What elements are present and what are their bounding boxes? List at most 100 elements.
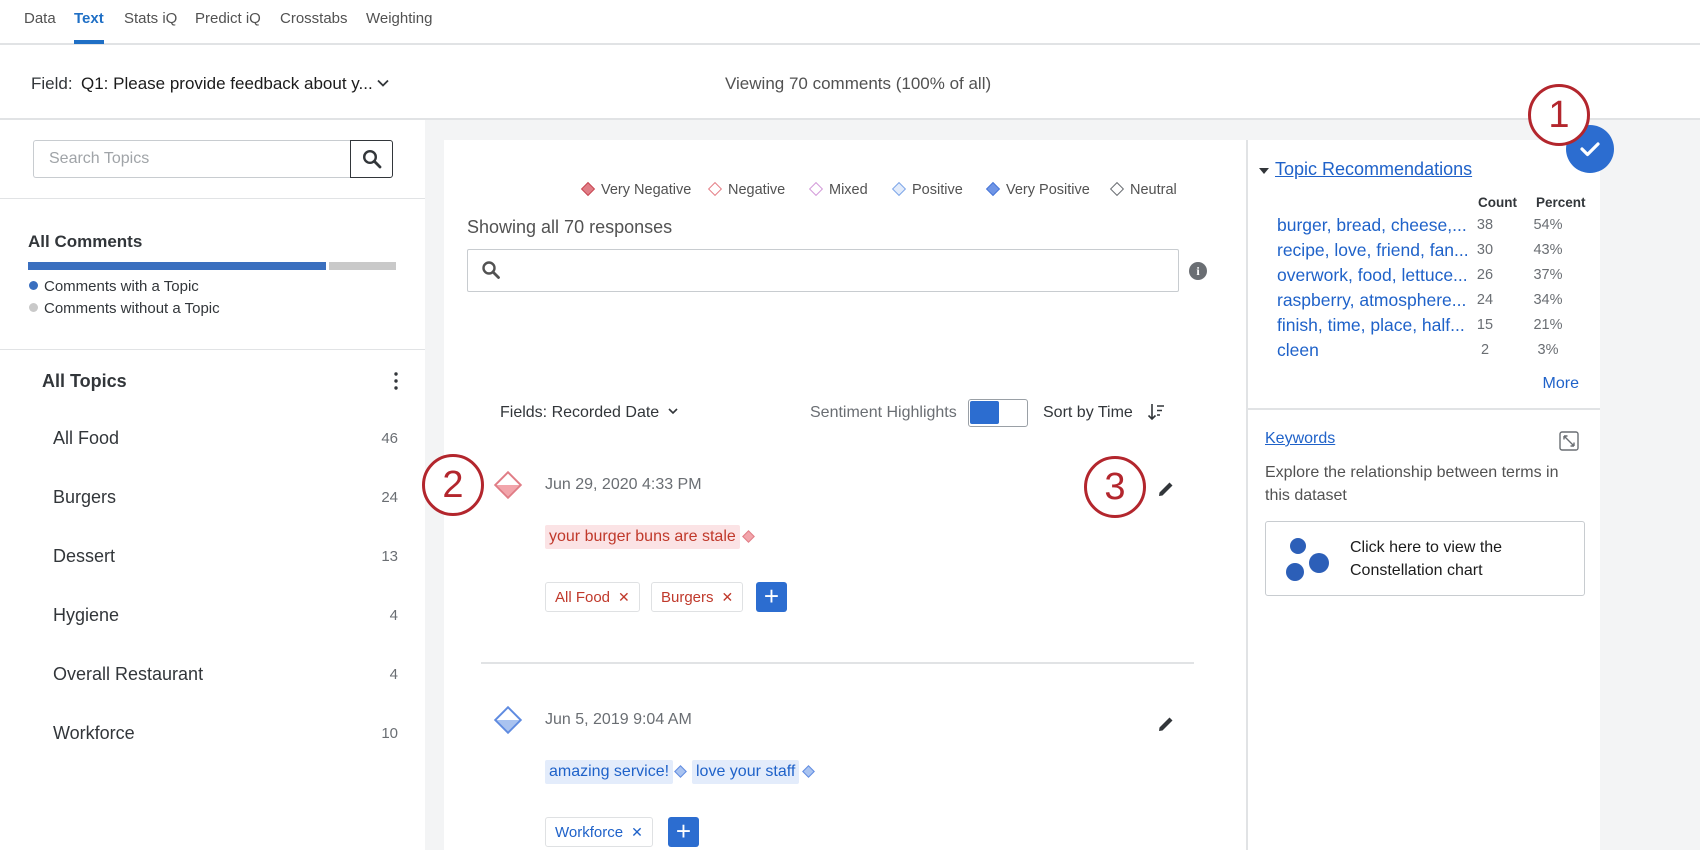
topic-name: Dessert xyxy=(53,546,116,566)
recommendation-topic[interactable]: recipe, love, friend, fan... xyxy=(1277,240,1469,261)
positive-sentiment-icon[interactable] xyxy=(493,705,523,735)
more-link[interactable]: More xyxy=(1543,375,1579,393)
search-icon xyxy=(362,149,381,169)
legend-negative: Negative xyxy=(707,181,785,198)
legend-label: Very Negative xyxy=(601,182,692,198)
topic-item-burgers[interactable]: Burgers 24 xyxy=(0,475,425,519)
recommendation-topic[interactable]: burger, bread, cheese,... xyxy=(1277,215,1469,236)
topic-tag-all-food[interactable]: All Food ✕ xyxy=(545,582,640,612)
topic-count: 4 xyxy=(389,607,398,624)
recommendation-percent: 37% xyxy=(1533,267,1563,283)
tab-stats-iq[interactable]: Stats iQ xyxy=(124,10,177,27)
recommendations-panel: Topic Recommendations Count Percent burg… xyxy=(1246,140,1600,850)
negative-sentiment-icon[interactable] xyxy=(493,470,523,500)
caret-down-icon[interactable] xyxy=(1258,166,1270,176)
keywords-link[interactable]: Keywords xyxy=(1265,430,1335,448)
recommendation-topic[interactable]: overwork, food, lettuce... xyxy=(1277,265,1469,286)
tab-predict-iq[interactable]: Predict iQ xyxy=(195,10,261,27)
recommendation-percent: 54% xyxy=(1533,217,1563,233)
sort-descending-icon[interactable] xyxy=(1147,402,1165,422)
topic-item-overall-restaurant[interactable]: Overall Restaurant 4 xyxy=(0,652,425,696)
recommendation-topic[interactable]: cleen xyxy=(1277,340,1469,361)
fields-dropdown[interactable]: Fields: Recorded Date xyxy=(500,404,679,422)
topic-item-all-food[interactable]: All Food 46 xyxy=(0,416,425,460)
close-icon[interactable]: ✕ xyxy=(618,589,630,605)
recommendation-topic[interactable]: raspberry, atmosphere... xyxy=(1277,290,1469,311)
field-dropdown[interactable]: Q1: Please provide feedback about y... xyxy=(81,74,373,94)
negative-diamond-icon xyxy=(742,530,755,543)
topic-name: All Food xyxy=(53,428,120,448)
tag-label: Burgers xyxy=(661,589,714,606)
legend-with-topic: Comments with a Topic xyxy=(29,278,199,295)
response-search-input[interactable] xyxy=(467,249,1179,292)
highlighted-text-negative[interactable]: your burger buns are stale xyxy=(545,525,740,549)
topic-item-hygiene[interactable]: Hygiene 4 xyxy=(0,593,425,637)
recommendation-topic[interactable]: finish, time, place, half... xyxy=(1277,315,1469,336)
legend-neutral: Neutral xyxy=(1109,181,1177,198)
recommendation-count: 30 xyxy=(1476,242,1494,258)
chevron-down-icon[interactable] xyxy=(375,75,391,91)
recommendation-percent: 43% xyxy=(1533,242,1563,258)
recommendation-count: 15 xyxy=(1476,317,1494,333)
recommendation-count: 2 xyxy=(1480,342,1490,358)
topic-item-workforce[interactable]: Workforce 10 xyxy=(0,711,425,755)
tab-data[interactable]: Data xyxy=(24,10,56,27)
more-options-icon[interactable] xyxy=(388,370,404,392)
topic-name: Overall Restaurant xyxy=(53,664,204,684)
add-topic-button[interactable]: + xyxy=(668,817,699,847)
divider xyxy=(0,198,425,199)
legend-without-topic: Comments without a Topic xyxy=(29,300,220,317)
recommendation-row: recipe, love, friend, fan... 30 43% xyxy=(1248,240,1602,264)
edit-pencil-icon[interactable] xyxy=(1156,714,1176,734)
recommendation-row: overwork, food, lettuce... 26 37% xyxy=(1248,265,1602,289)
search-topics-input[interactable] xyxy=(33,140,351,178)
search-icon xyxy=(482,261,500,279)
edit-pencil-icon[interactable] xyxy=(1156,479,1176,499)
keywords-description: Explore the relationship between terms i… xyxy=(1265,464,1559,504)
highlighted-text-positive[interactable]: love your staff xyxy=(692,760,800,784)
legend-label: Very Positive xyxy=(1006,182,1090,198)
neutral-diamond-icon xyxy=(1109,181,1125,197)
recommendation-percent: 21% xyxy=(1533,317,1563,333)
topic-count: 46 xyxy=(381,430,398,447)
recommendation-row: finish, time, place, half... 15 21% xyxy=(1248,315,1602,339)
expand-icon[interactable] xyxy=(1559,431,1579,451)
tab-crosstabs[interactable]: Crosstabs xyxy=(280,10,348,27)
recommendation-row: cleen 2 3% xyxy=(1248,340,1602,364)
coverage-bar-fill xyxy=(28,262,326,270)
callout-number-1: 1 xyxy=(1528,84,1590,146)
recommendation-percent: 3% xyxy=(1537,342,1559,358)
info-icon[interactable]: i xyxy=(1189,262,1207,280)
constellation-chart-card[interactable]: Click here to view the Constellation cha… xyxy=(1265,521,1585,596)
close-icon[interactable]: ✕ xyxy=(631,824,643,840)
tab-weighting[interactable]: Weighting xyxy=(366,10,432,27)
showing-count: Showing all 70 responses xyxy=(467,217,673,237)
topic-recommendations-link[interactable]: Topic Recommendations xyxy=(1275,159,1472,180)
chevron-down-icon xyxy=(668,408,678,415)
topic-item-dessert[interactable]: Dessert 13 xyxy=(0,534,425,578)
add-topic-button[interactable]: + xyxy=(756,582,787,612)
legend-very-negative: Very Negative xyxy=(580,181,692,198)
sentiment-highlights-label: Sentiment Highlights xyxy=(810,404,957,421)
positive-diamond-icon xyxy=(891,181,907,197)
topic-count: 10 xyxy=(381,725,398,742)
close-icon[interactable]: ✕ xyxy=(722,589,734,605)
gray-dot-icon xyxy=(29,303,38,312)
search-button[interactable] xyxy=(350,140,393,178)
legend-very-positive: Very Positive xyxy=(985,181,1090,198)
mixed-diamond-icon xyxy=(808,181,824,197)
response-divider xyxy=(481,662,1194,664)
topic-tag-workforce[interactable]: Workforce ✕ xyxy=(545,817,653,847)
all-topics-heading: All Topics xyxy=(42,371,127,391)
toggle-on-state xyxy=(970,401,999,424)
all-comments-heading[interactable]: All Comments xyxy=(28,232,142,252)
topic-tag-burgers[interactable]: Burgers ✕ xyxy=(651,582,744,612)
sentiment-highlights-toggle[interactable] xyxy=(968,399,1028,427)
topic-name: Hygiene xyxy=(53,605,120,625)
sort-by-time[interactable]: Sort by Time xyxy=(1043,404,1133,422)
highlighted-text-positive[interactable]: amazing service! xyxy=(545,760,674,784)
very-positive-diamond-icon xyxy=(985,181,1001,197)
topic-name: Burgers xyxy=(53,487,117,507)
tab-text[interactable]: Text xyxy=(74,10,104,27)
response-date: Jun 29, 2020 4:33 PM xyxy=(545,476,702,493)
